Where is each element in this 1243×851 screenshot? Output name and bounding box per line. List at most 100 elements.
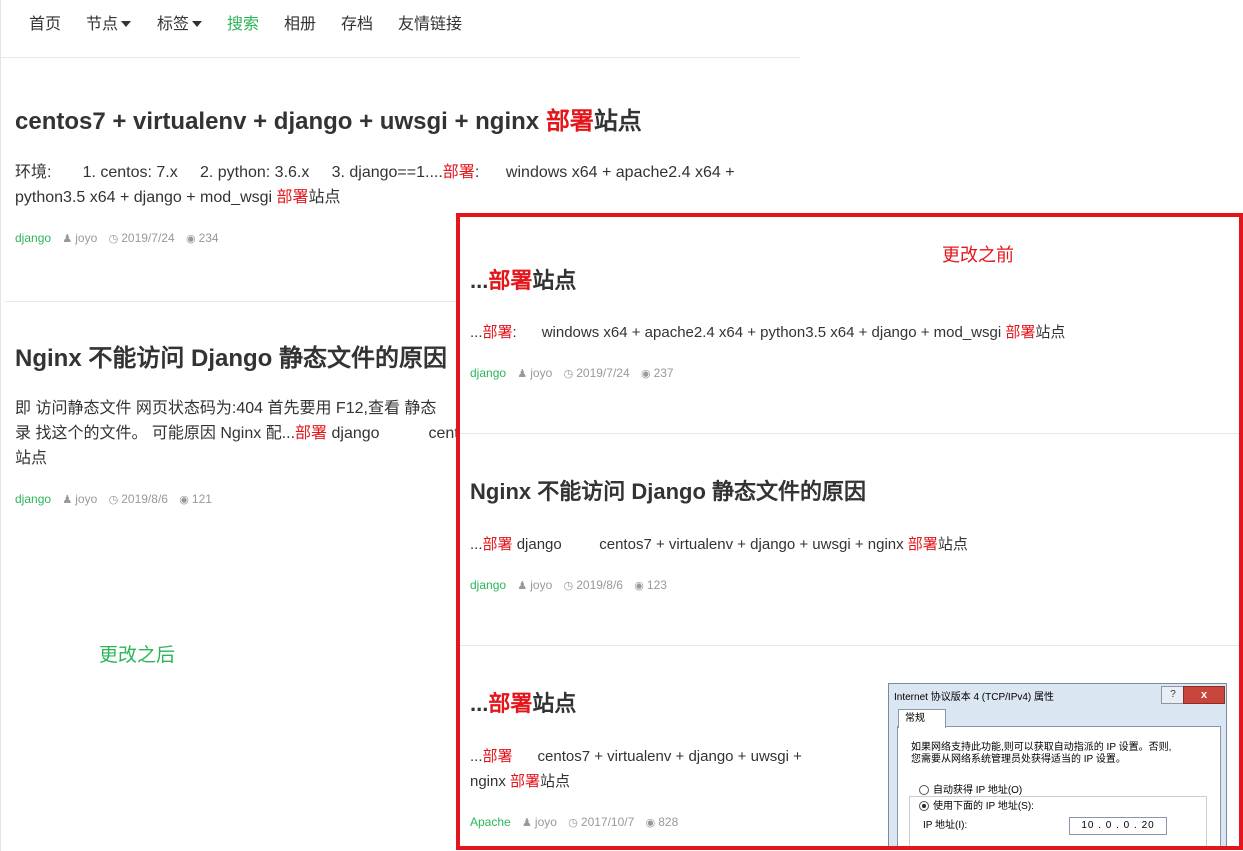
post-title-text: 站点 [532, 268, 577, 293]
post-title[interactable]: Nginx 不能访问 Django 静态文件的原因 [15, 344, 447, 374]
eye-icon: ◉ [634, 580, 644, 592]
dialog-description: 您需要从网络系统管理员处获得适当的 IP 设置。 [911, 754, 1126, 765]
clock-icon: ◷ [108, 494, 119, 506]
tag-link[interactable]: django [470, 578, 506, 592]
excerpt-text: ... [470, 748, 483, 765]
excerpt-line: 站点 [15, 450, 48, 467]
post-title[interactable]: Nginx 不能访问 Django 静态文件的原因 [470, 478, 866, 506]
nav-archive[interactable]: 存档 [341, 15, 373, 35]
author: joyo [530, 578, 553, 592]
search-highlight: 部署 [482, 324, 513, 341]
user-icon: ♟ [62, 233, 73, 245]
excerpt-line: 即 访问静态文件 网页状态码为:404 首先要用 F12,查看 静态 [15, 400, 437, 417]
tag-link[interactable]: Apache [470, 815, 511, 829]
date: 2017/10/7 [580, 815, 635, 829]
radio-auto-ip[interactable]: 自动获得 IP 地址(O) [919, 785, 1022, 797]
view-count: 123 [646, 578, 667, 592]
dialog-title: Internet 协议版本 4 (TCP/IPv4) 属性 [894, 692, 1055, 703]
search-highlight: 部署 [510, 773, 541, 790]
search-highlight: 部署 [545, 108, 594, 135]
post-meta: django ♟ joyo ◷ 2019/7/24 ◉ 237 [470, 365, 674, 382]
search-highlight: 部署 [907, 536, 938, 553]
author: joyo [530, 366, 553, 380]
post-excerpt: 环境: 1. centos: 7.x 2. python: 3.6.x 3. d… [15, 160, 755, 210]
search-highlight: 部署 [442, 164, 475, 181]
excerpt-text: django centos7 + virtualenv + django + u… [512, 536, 908, 553]
excerpt-text: nginx [470, 773, 511, 790]
excerpt-line: ...部署 centos7 + virtualenv + django + uw… [470, 744, 802, 769]
chevron-down-icon [121, 20, 132, 27]
search-highlight: 部署 [276, 189, 309, 206]
post-meta: django ♟ joyo ◷ 2019/7/24 ◉ 234 [15, 230, 219, 247]
radio-label: 自动获得 IP 地址(O) [933, 785, 1023, 796]
user-icon: ♟ [517, 580, 528, 592]
post-meta: django ♟ joyo ◷ 2019/8/6 ◉ 121 [15, 491, 212, 508]
excerpt-text: 站点 [540, 773, 571, 790]
date: 2019/8/6 [576, 578, 623, 592]
nav-tags-dropdown[interactable]: 标签 [157, 15, 203, 35]
excerpt-text: : windows x64 + apache2.4 x64 + python3.… [512, 324, 1006, 341]
post-title[interactable]: ...部署站点 [470, 690, 576, 718]
post-meta: django ♟ joyo ◷ 2019/8/6 ◉ 123 [470, 577, 667, 594]
post-title-text: centos7 + virtualenv + django + uwsgi + … [15, 108, 546, 135]
user-icon: ♟ [62, 494, 73, 506]
clock-icon: ◷ [568, 817, 578, 829]
post-excerpt: ...部署 centos7 + virtualenv + django + uw… [470, 744, 802, 794]
tab-general[interactable]: 常规 [898, 709, 946, 728]
excerpt-text: ... [470, 324, 483, 341]
tag-link[interactable]: django [15, 492, 51, 506]
view-count: 121 [191, 492, 212, 506]
view-count: 234 [198, 231, 219, 245]
post-title[interactable]: ...部署站点 [470, 267, 576, 295]
eye-icon: ◉ [179, 494, 189, 506]
tag-link[interactable]: django [470, 366, 506, 380]
radio-manual-ip[interactable]: 使用下面的 IP 地址(S): [919, 801, 1034, 813]
post-title-text: 站点 [532, 691, 577, 716]
date: 2019/7/24 [576, 366, 630, 380]
eye-icon: ◉ [185, 233, 196, 245]
nav-links[interactable]: 友情链接 [398, 15, 462, 35]
post-meta: Apache ♟ joyo ◷ 2017/10/7 ◉ 828 [470, 814, 678, 831]
search-highlight: 部署 [482, 748, 513, 765]
author: joyo [75, 231, 98, 245]
help-button[interactable]: ? [1161, 686, 1185, 704]
tag-link[interactable]: django [15, 231, 51, 245]
post-title-text: 站点 [593, 108, 642, 135]
post-excerpt: 即 访问静态文件 网页状态码为:404 首先要用 F12,查看 静态 录 找这个… [15, 396, 460, 471]
excerpt-line: nginx 部署站点 [470, 769, 802, 794]
search-highlight: 部署 [1005, 324, 1036, 341]
search-highlight: 部署 [488, 691, 533, 716]
user-icon: ♟ [522, 817, 532, 829]
author: joyo [534, 815, 557, 829]
before-comparison-box: 更改之前 ...部署站点 ...部署: windows x64 + apache… [456, 213, 1243, 850]
post-title[interactable]: centos7 + virtualenv + django + uwsgi + … [15, 107, 642, 137]
excerpt-text: 录 找这个的文件。 可能原因 Nginx 配... [15, 425, 296, 442]
top-nav: 首页 节点 标签 搜索 相册 存档 友情链接 [0, 0, 800, 58]
user-icon: ♟ [517, 368, 528, 380]
ip-address-label: IP 地址(I): [923, 820, 968, 831]
excerpt-text: centos7 + virtualenv + django + uwsgi + [512, 748, 802, 765]
excerpt-line: 录 找这个的文件。 可能原因 Nginx 配...部署 django cento… [15, 421, 460, 446]
view-count: 237 [653, 366, 674, 380]
divider [460, 645, 1239, 646]
search-highlight: 部署 [295, 425, 328, 442]
view-count: 828 [658, 815, 679, 829]
nav-tags-label: 标签 [157, 16, 190, 33]
nav-search[interactable]: 搜索 [227, 15, 259, 35]
radio-label: 使用下面的 IP 地址(S): [933, 801, 1034, 812]
nav-album[interactable]: 相册 [284, 15, 316, 35]
clock-icon: ◷ [563, 580, 574, 592]
excerpt-text: 站点 [308, 189, 341, 206]
nav-nodes-dropdown[interactable]: 节点 [86, 15, 132, 35]
post-title-text: ... [470, 268, 489, 293]
radio-selected-icon [919, 801, 929, 812]
excerpt-text: ... [470, 536, 483, 553]
date: 2019/8/6 [121, 492, 168, 506]
nav-home[interactable]: 首页 [29, 15, 61, 35]
radio-icon [919, 785, 929, 796]
tcpip-properties-dialog: Internet 协议版本 4 (TCP/IPv4) 属性 ? x 常规 如果网… [888, 683, 1227, 846]
close-button[interactable]: x [1183, 686, 1225, 704]
ip-address-input[interactable]: 10 . 0 . 0 . 20 [1069, 817, 1167, 835]
search-highlight: 部署 [482, 536, 513, 553]
search-highlight: 部署 [488, 268, 533, 293]
